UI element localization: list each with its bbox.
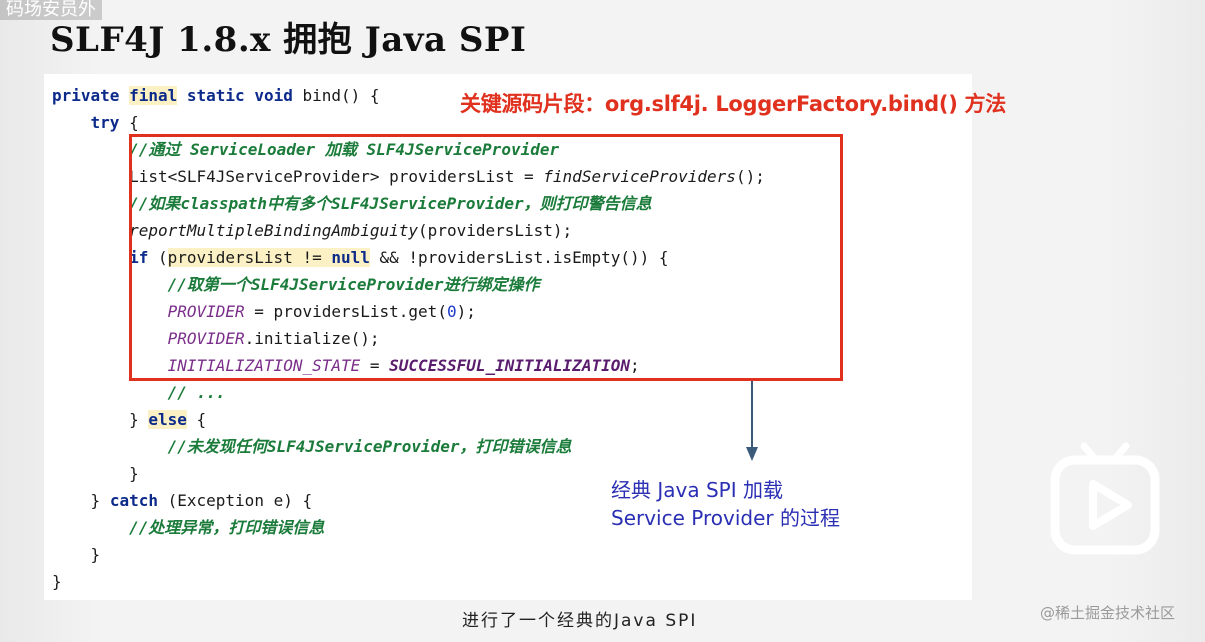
spi-annotation-line2: Service Provider 的过程 bbox=[611, 506, 840, 530]
brace-open: { bbox=[186, 410, 207, 429]
kw-final: final bbox=[129, 86, 178, 105]
comment-ellipsis: // ... bbox=[167, 383, 226, 402]
close-brace: } bbox=[129, 464, 139, 483]
catch-args: (Exception e) { bbox=[157, 491, 313, 510]
close-brace: } bbox=[129, 410, 139, 429]
method-signature: bind() { bbox=[292, 86, 380, 105]
video-subtitle: 进行了一个经典的Java SPI bbox=[462, 611, 698, 631]
bilibili-play-icon bbox=[1050, 442, 1160, 555]
key-source-note: 关键源码片段：org.slf4j. LoggerFactory.bind() 方… bbox=[460, 92, 1006, 116]
kw-try: try bbox=[90, 113, 120, 132]
site-watermark: @稀土掘金技术社区 bbox=[1040, 604, 1176, 622]
spi-annotation-line1: 经典 Java SPI 加载 bbox=[611, 478, 783, 502]
kw-catch: catch bbox=[109, 491, 158, 510]
key-code-highlight-box bbox=[129, 134, 843, 381]
brace-open: { bbox=[119, 113, 139, 132]
comment-handle-exception: //处理异常，打印错误信息 bbox=[129, 518, 325, 537]
kw-private: private bbox=[52, 86, 120, 105]
spi-annotation: 经典 Java SPI 加载 Service Provider 的过程 bbox=[611, 476, 840, 532]
kw-else: else bbox=[148, 410, 187, 429]
kw-static: static bbox=[186, 86, 245, 105]
slide-title: SLF4J 1.8.x 拥抱 Java SPI bbox=[50, 20, 527, 60]
close-brace: } bbox=[52, 572, 62, 591]
close-brace: } bbox=[90, 491, 101, 510]
kw-void: void bbox=[254, 86, 293, 105]
comment-provider-not-found: //未发现任何SLF4JServiceProvider，打印错误信息 bbox=[167, 437, 572, 456]
arrow-down-icon bbox=[746, 381, 758, 461]
close-brace: } bbox=[90, 545, 101, 564]
